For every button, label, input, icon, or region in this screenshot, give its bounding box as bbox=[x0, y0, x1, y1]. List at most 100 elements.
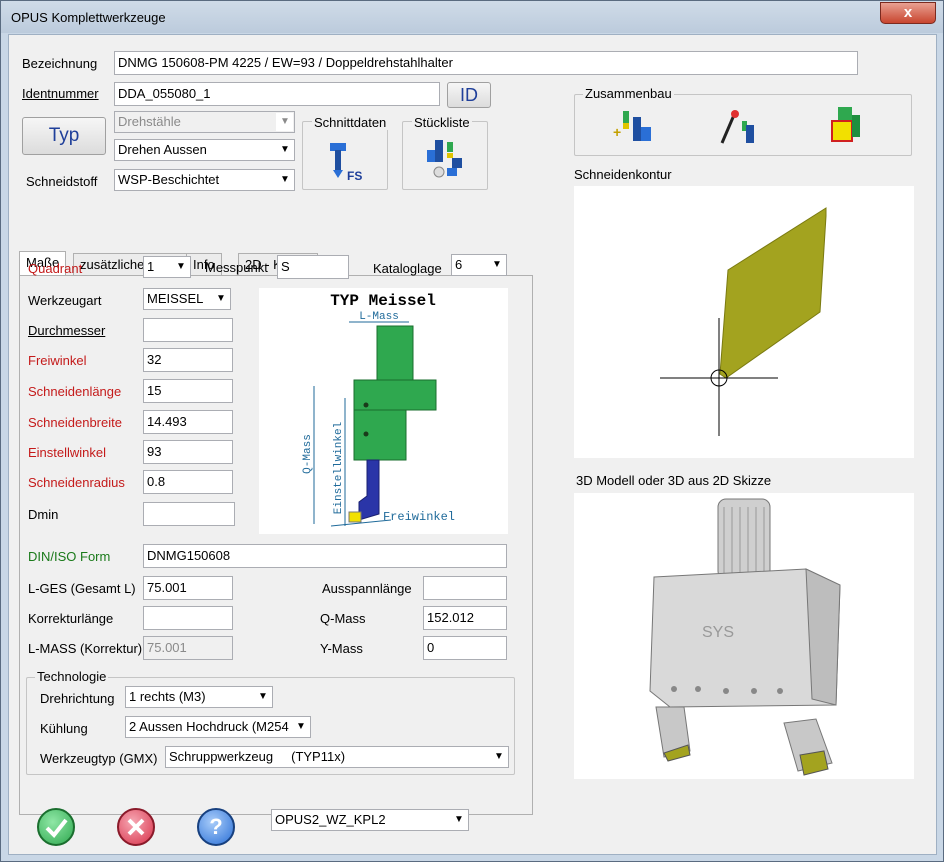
checkmark-icon bbox=[45, 818, 68, 838]
werkzeugtyp-select[interactable]: Schruppwerkzeug (TYP11x) ▼ bbox=[165, 746, 509, 768]
qmass-input[interactable]: 152.012 bbox=[423, 606, 507, 630]
diniso-input[interactable]: DNMG150608 bbox=[143, 544, 507, 568]
bezeichnung-input[interactable]: DNMG 150608-PM 4225 / EW=93 / Doppeldreh… bbox=[114, 51, 858, 75]
stueckliste-group[interactable]: Stückliste bbox=[402, 115, 488, 190]
typ-button[interactable]: Typ bbox=[22, 117, 106, 155]
chevron-down-icon: ▼ bbox=[212, 290, 229, 308]
quadrant-value: 1 bbox=[147, 259, 155, 274]
lges-label: L-GES (Gesamt L) bbox=[28, 581, 136, 596]
tool-diagram-svg: TYP Meissel L-Mass Q-Mass Einstellwinkel… bbox=[302, 292, 455, 527]
ausspann-label: Ausspannlänge bbox=[322, 581, 412, 596]
cancel-button[interactable] bbox=[117, 808, 155, 846]
help-button[interactable]: ? bbox=[197, 808, 235, 846]
diagram-einstellwinkel: Einstellwinkel bbox=[333, 422, 345, 514]
freiwinkel-label: Freiwinkel bbox=[28, 353, 87, 368]
messpunkt-input[interactable]: S bbox=[277, 255, 349, 279]
schneidstoff-select[interactable]: WSP-Beschichtet ▼ bbox=[114, 169, 295, 191]
schneidstoff-value: WSP-Beschichtet bbox=[118, 172, 220, 187]
werkzeugart-select[interactable]: MEISSEL ▼ bbox=[143, 288, 231, 310]
kuehlung-label: Kühlung bbox=[40, 721, 88, 736]
type-select-1-value: Drehstähle bbox=[118, 114, 181, 129]
title-bar[interactable]: OPUS Komplettwerkzeuge x bbox=[1, 1, 943, 33]
chevron-down-icon: ▼ bbox=[254, 688, 271, 706]
id-button[interactable]: ID bbox=[447, 82, 491, 108]
chevron-down-icon: ▼ bbox=[276, 113, 293, 131]
chevron-down-icon: ▼ bbox=[292, 718, 309, 736]
assembly-part-icon[interactable] bbox=[826, 105, 866, 149]
kataloglage-select[interactable]: 6 ▼ bbox=[451, 254, 507, 276]
dmin-input[interactable] bbox=[143, 502, 235, 526]
kataloglage-label: Kataloglage bbox=[373, 261, 442, 276]
werkzeugart-value: MEISSEL bbox=[147, 291, 204, 306]
type-select-2-value: Drehen Aussen bbox=[118, 142, 207, 157]
chevron-down-icon: ▼ bbox=[488, 256, 505, 274]
holder-engraving: SYS bbox=[702, 624, 734, 641]
schneidenkontur-svg bbox=[660, 207, 827, 436]
identnummer-input[interactable]: DDA_055080_1 bbox=[114, 82, 440, 106]
type-select-2[interactable]: Drehen Aussen ▼ bbox=[114, 139, 295, 161]
modell-view: SYS bbox=[574, 493, 914, 779]
durchmesser-input[interactable] bbox=[143, 318, 233, 342]
assembly-add-icon[interactable]: + bbox=[611, 109, 655, 149]
kuehlung-select[interactable]: 2 Aussen Hochdruck (M254 ▼ bbox=[125, 716, 311, 738]
schneidenlaenge-input[interactable]: 15 bbox=[143, 379, 233, 403]
diniso-label: DIN/ISO Form bbox=[28, 549, 111, 564]
kuehlung-value: 2 Aussen Hochdruck (M254 bbox=[129, 719, 289, 734]
stueckliste-icon bbox=[427, 140, 462, 178]
close-icon: x bbox=[903, 4, 913, 21]
schneidenbreite-label: Schneidenbreite bbox=[28, 415, 122, 430]
schnittdaten-group[interactable]: Schnittdaten FS bbox=[302, 115, 389, 190]
korrektur-input[interactable] bbox=[143, 606, 233, 630]
werkzeugtyp-label: Werkzeugtyp (GMX) bbox=[40, 751, 158, 766]
technologie-label: Technologie bbox=[35, 669, 109, 684]
fs-text: FS bbox=[347, 169, 362, 182]
modell-svg: SYS bbox=[649, 498, 841, 776]
type-select-1: Drehstähle ▼ bbox=[114, 111, 295, 133]
diagram-title: TYP Meissel bbox=[330, 292, 436, 310]
freiwinkel-input[interactable]: 32 bbox=[143, 348, 233, 372]
modell-label: 3D Modell oder 3D aus 2D Skizze bbox=[576, 473, 772, 488]
dialog-window: OPUS Komplettwerkzeuge x Bezeichnung DNM… bbox=[0, 0, 944, 862]
lges-input[interactable]: 75.001 bbox=[143, 576, 233, 600]
schnittdaten-label: Schnittdaten bbox=[312, 115, 389, 130]
cancel-icon bbox=[127, 818, 145, 836]
schneidenradius-input[interactable]: 0.8 bbox=[143, 470, 233, 494]
close-button[interactable]: x bbox=[880, 2, 936, 24]
schneidenradius-label: Schneidenradius bbox=[28, 475, 125, 490]
chevron-down-icon: ▼ bbox=[490, 748, 507, 766]
kataloglage-value: 6 bbox=[455, 257, 463, 272]
drehrichtung-label: Drehrichtung bbox=[40, 691, 115, 706]
ok-button[interactable] bbox=[37, 808, 75, 846]
schneidstoff-label: Schneidstoff bbox=[26, 174, 98, 189]
einstellwinkel-label: Einstellwinkel bbox=[28, 445, 107, 460]
diagram-q-mass: Q-Mass bbox=[302, 434, 314, 474]
diagram-freiwinkel: Freiwinkel bbox=[383, 510, 455, 524]
messpunkt-label: Messpunkt bbox=[205, 260, 268, 275]
schneidenbreite-input[interactable]: 14.493 bbox=[143, 410, 233, 434]
profile-value: OPUS2_WZ_KPL2 bbox=[275, 812, 386, 827]
werkzeugtyp-value: Schruppwerkzeug (TYP11x) bbox=[169, 749, 346, 764]
drehrichtung-select[interactable]: 1 rechts (M3) ▼ bbox=[125, 686, 273, 708]
profile-select[interactable]: OPUS2_WZ_KPL2 ▼ bbox=[271, 809, 469, 831]
schnittdaten-icon: FS bbox=[330, 143, 362, 182]
qmass-label: Q-Mass bbox=[320, 611, 366, 626]
ymass-label: Y-Mass bbox=[320, 641, 363, 656]
lmass-input: 75.001 bbox=[143, 636, 233, 660]
tool-diagram: TYP Meissel L-Mass Q-Mass Einstellwinkel… bbox=[259, 288, 508, 534]
korrektur-label: Korrekturlänge bbox=[28, 611, 114, 626]
ymass-input[interactable]: 0 bbox=[423, 636, 507, 660]
werkzeugart-label: Werkzeugart bbox=[28, 293, 102, 308]
quadrant-select[interactable]: 1 ▼ bbox=[143, 256, 191, 278]
svg-text:+: + bbox=[613, 124, 621, 140]
ausspann-input[interactable] bbox=[423, 576, 507, 600]
help-icon: ? bbox=[209, 814, 223, 839]
chevron-down-icon: ▼ bbox=[276, 171, 293, 189]
schneidenkontur-label: Schneidenkontur bbox=[574, 167, 672, 182]
drehrichtung-value: 1 rechts (M3) bbox=[129, 689, 206, 704]
zusammenbau-group: Zusammenbau + bbox=[574, 86, 912, 156]
einstellwinkel-input[interactable]: 93 bbox=[143, 440, 233, 464]
chevron-down-icon: ▼ bbox=[276, 141, 293, 159]
bezeichnung-label: Bezeichnung bbox=[22, 56, 98, 71]
dmin-label: Dmin bbox=[28, 507, 59, 522]
assembly-edit-icon[interactable] bbox=[716, 107, 760, 149]
